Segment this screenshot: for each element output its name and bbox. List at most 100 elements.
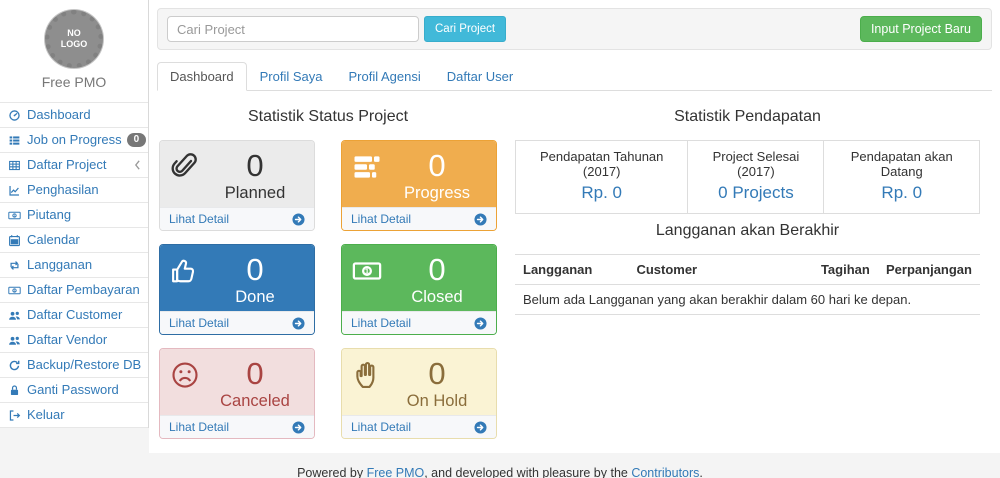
sidebar-item-job-on-progress[interactable]: Job on Progress 0 [0, 127, 148, 152]
svg-text:1: 1 [14, 213, 16, 217]
lihat-detail-link[interactable]: Lihat Detail [342, 207, 496, 230]
project-search-group: Cari Project [167, 16, 506, 42]
lihat-detail-label: Lihat Detail [169, 316, 229, 330]
lihat-detail-link[interactable]: Lihat Detail [160, 415, 314, 438]
lihat-detail-link[interactable]: Lihat Detail [342, 415, 496, 438]
status-card-done: 0 Done Lihat Detail [159, 244, 315, 335]
tab-daftar-user[interactable]: Daftar User [434, 62, 526, 91]
arrow-circle-icon [292, 213, 305, 226]
sidebar: NO LOGO Free PMO Dashboard Job on Progre… [0, 0, 149, 428]
lihat-detail-label: Lihat Detail [351, 212, 411, 226]
sign-out-icon [7, 408, 22, 422]
status-label: On Hold [388, 391, 486, 411]
hand-paper-icon [352, 357, 388, 390]
table-icon [7, 158, 22, 172]
status-card-planned: 0 Planned Lihat Detail [159, 140, 315, 231]
logo-text: NO LOGO [59, 28, 89, 50]
dashboard-icon [7, 108, 22, 122]
status-card-body: 0 Done [160, 245, 314, 311]
status-card-closed: 1 0 Closed Lihat Detail [341, 244, 497, 335]
frown-icon [170, 357, 206, 390]
search-input[interactable] [167, 16, 419, 42]
subscription-column-header: Langganan [515, 255, 628, 285]
arrow-circle-icon [474, 213, 487, 226]
sidebar-item-daftar-customer[interactable]: Daftar Customer [0, 302, 148, 327]
status-card-on-hold: 0 On Hold Lihat Detail [341, 348, 497, 439]
income-stat-label: Project Selesai (2017) [688, 141, 824, 182]
income-stats-table: Pendapatan Tahunan (2017) Project Selesa… [515, 140, 980, 214]
tab-profil-saya[interactable]: Profil Saya [247, 62, 336, 91]
lihat-detail-link[interactable]: Lihat Detail [342, 311, 496, 334]
svg-text:1: 1 [365, 267, 369, 276]
status-label: Closed [388, 287, 486, 307]
contributors-link[interactable]: Contributors [631, 466, 699, 478]
top-toolbar: Cari Project Input Project Baru [157, 8, 992, 50]
sidebar-item-daftar-project[interactable]: Daftar Project [0, 152, 148, 177]
retweet-icon [7, 258, 22, 272]
footer-text: , and developed with pleasure by the [424, 466, 631, 478]
arrow-circle-icon [292, 421, 305, 434]
status-card-body: 1 0 Closed [342, 245, 496, 311]
subscription-column-header: Tagihan [813, 255, 878, 285]
status-card-body: 0 Canceled [160, 349, 314, 415]
income-stat-value: 0 Projects [688, 181, 824, 214]
users-icon [7, 308, 22, 322]
sidebar-item-calendar[interactable]: Calendar [0, 227, 148, 252]
tab-dashboard[interactable]: Dashboard [157, 62, 247, 91]
status-card-canceled: 0 Canceled Lihat Detail [159, 348, 315, 439]
lihat-detail-label: Lihat Detail [169, 420, 229, 434]
sidebar-menu: Dashboard Job on Progress 0 Daftar Proje… [0, 102, 148, 428]
income-column: Statistik Pendapatan Pendapatan Tahunan … [515, 100, 986, 439]
thumbs-up-icon [170, 253, 206, 286]
banknote-icon: 1 [7, 208, 22, 222]
sidebar-item-penghasilan[interactable]: Penghasilan [0, 177, 148, 202]
status-label: Planned [206, 183, 304, 203]
refresh-icon [7, 358, 22, 372]
status-count: 0 [206, 357, 304, 391]
line-chart-icon [7, 183, 22, 197]
arrow-circle-icon [474, 421, 487, 434]
sidebar-item-keluar[interactable]: Keluar [0, 402, 148, 427]
status-count: 0 [206, 149, 304, 183]
dashboard-body: Statistik Status Project 0 Planned [157, 91, 992, 439]
tab-profil-agensi[interactable]: Profil Agensi [335, 62, 433, 91]
status-column: Statistik Status Project 0 Planned [159, 100, 497, 439]
lihat-detail-label: Lihat Detail [351, 316, 411, 330]
footer-text: Powered by [297, 466, 366, 478]
sidebar-item-daftar-vendor[interactable]: Daftar Vendor [0, 327, 148, 352]
brand-name: Free PMO [0, 74, 148, 96]
lihat-detail-link[interactable]: Lihat Detail [160, 207, 314, 230]
subscription-section-title: Langganan akan Berakhir [515, 222, 980, 240]
sidebar-item-dashboard[interactable]: Dashboard [0, 102, 148, 127]
status-card-body: 0 On Hold [342, 349, 496, 415]
free-pmo-link[interactable]: Free PMO [367, 466, 425, 478]
main-content: Cari Project Input Project Baru Dashboar… [149, 0, 1000, 453]
page-footer: Powered by Free PMO, and developed with … [0, 453, 1000, 478]
sidebar-item-ganti-password[interactable]: Ganti Password [0, 377, 148, 402]
sidebar-item-daftar-pembayaran[interactable]: 1 Daftar Pembayaran [0, 277, 148, 302]
banknote-icon: 1 [7, 283, 22, 297]
lihat-detail-label: Lihat Detail [351, 420, 411, 434]
arrow-circle-icon [292, 317, 305, 330]
status-count: 0 [206, 253, 304, 287]
brand-box: NO LOGO Free PMO [0, 0, 148, 102]
status-card-progress: 0 Progress Lihat Detail [341, 140, 497, 231]
income-stat-label: Pendapatan akan Datang [824, 141, 980, 182]
lock-icon [7, 383, 22, 397]
app-layout: NO LOGO Free PMO Dashboard Job on Progre… [0, 0, 1000, 453]
paperclip-icon [170, 149, 206, 182]
status-count: 0 [388, 149, 486, 183]
users-icon [7, 333, 22, 347]
new-project-button[interactable]: Input Project Baru [860, 16, 982, 42]
lihat-detail-link[interactable]: Lihat Detail [160, 311, 314, 334]
lihat-detail-label: Lihat Detail [169, 212, 229, 226]
sidebar-item-piutang[interactable]: 1 Piutang [0, 202, 148, 227]
svg-text:1: 1 [14, 288, 16, 292]
arrow-circle-icon [474, 317, 487, 330]
sidebar-item-backup-restore-db[interactable]: Backup/Restore DB [0, 352, 148, 377]
status-label: Canceled [206, 391, 304, 411]
sidebar-item-langganan[interactable]: Langganan [0, 252, 148, 277]
search-button[interactable]: Cari Project [424, 16, 506, 42]
income-stat-label: Pendapatan Tahunan (2017) [516, 141, 688, 182]
income-stat-value: Rp. 0 [824, 181, 980, 214]
